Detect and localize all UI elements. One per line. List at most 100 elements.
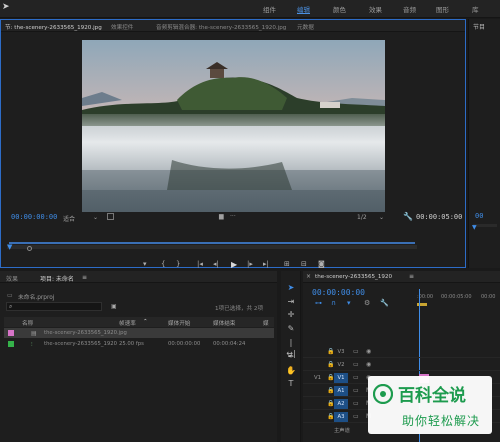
- overwrite-icon[interactable]: ⊟: [301, 260, 307, 268]
- workspace-tab-editing[interactable]: 编辑: [297, 4, 310, 14]
- tab-source[interactable]: 节: the-scenery-2633565_1920.jpg: [5, 23, 102, 31]
- program-timecode[interactable]: 00: [475, 212, 483, 220]
- timeline-timecode[interactable]: 00:00:00:00: [312, 288, 365, 297]
- toggle-sync-icon[interactable]: ▭: [353, 400, 359, 407]
- go-to-out-icon[interactable]: ▸|: [263, 260, 269, 268]
- workspace-tab-libraries[interactable]: 库: [472, 4, 479, 14]
- sort-ascending-icon[interactable]: ⌃: [143, 319, 148, 325]
- wrench-icon[interactable]: 🔧: [380, 299, 389, 307]
- table-row[interactable]: ▤ the-scenery-2633565_1920.jpg: [4, 328, 274, 338]
- play-icon[interactable]: ▶: [231, 260, 237, 269]
- track-name[interactable]: V2: [334, 360, 348, 370]
- razor-tool-icon[interactable]: ✎: [285, 323, 297, 334]
- search-input[interactable]: ⌕: [6, 302, 102, 311]
- tab-effects[interactable]: 效果: [6, 274, 18, 283]
- eye-icon[interactable]: ◉: [366, 348, 371, 355]
- track-name[interactable]: V3: [334, 347, 348, 357]
- hand-tool-icon[interactable]: ✋: [285, 365, 297, 376]
- snap-icon[interactable]: ⊶: [315, 299, 322, 307]
- add-marker-icon[interactable]: ▾: [143, 260, 147, 268]
- playhead-icon[interactable]: ▼: [7, 243, 12, 251]
- workspace-tab-effects[interactable]: 效果: [369, 4, 382, 14]
- insert-icon[interactable]: ⊞: [284, 260, 290, 268]
- slip-tool-icon[interactable]: |↔|: [285, 337, 297, 358]
- pen-tool-icon[interactable]: ✒: [285, 351, 297, 362]
- table-row[interactable]: ⫶ the-scenery-2633565_1920 25.00 fps 00:…: [4, 339, 274, 349]
- toggle-sync-icon[interactable]: ▭: [353, 361, 359, 368]
- step-forward-icon[interactable]: |▸: [247, 260, 253, 268]
- safe-margins-icon[interactable]: [107, 213, 114, 220]
- panel-menu-icon[interactable]: ≡: [82, 274, 87, 281]
- selection-tool-icon[interactable]: ➤: [285, 282, 297, 293]
- watermark-subtitle: 助你轻松解决: [402, 414, 481, 428]
- column-media-more[interactable]: 媒: [263, 319, 269, 327]
- column-frame-rate[interactable]: 帧速率: [119, 319, 136, 327]
- track-select-tool-icon[interactable]: ⇥: [285, 296, 297, 307]
- fit-dropdown[interactable]: 适合: [63, 214, 75, 223]
- workspace-tab-graphics[interactable]: 图形: [436, 4, 449, 14]
- column-header: 名称 帧速率 ⌃ 媒体开始 媒体结束 媒: [4, 317, 274, 327]
- workspace-tab-audio[interactable]: 音频: [403, 4, 416, 14]
- toggle-sync-icon[interactable]: ▭: [353, 387, 359, 394]
- ruler-label: 00:00:05:00: [441, 294, 472, 300]
- video-frame: [82, 40, 385, 212]
- timeline-tab-bar: × the-scenery-2633565_1920 ≡: [303, 271, 500, 283]
- resolution-dropdown[interactable]: 1/2: [357, 214, 367, 221]
- workspace-tab-color[interactable]: 颜色: [333, 4, 346, 14]
- close-icon[interactable]: ×: [306, 273, 311, 280]
- scenery-image: [82, 40, 385, 212]
- timeline-settings-icon[interactable]: ⚙: [364, 299, 370, 307]
- search-icon: ⌕: [9, 303, 13, 310]
- ruler-label: 00:00: [481, 294, 496, 300]
- toggle-sync-icon[interactable]: ▭: [353, 374, 359, 381]
- toggle-sync-icon[interactable]: ▭: [353, 348, 359, 355]
- monitor-current-timecode[interactable]: 00:00:00:00: [11, 213, 57, 221]
- monitor-tab-bar: 节: the-scenery-2633565_1920.jpg 效果控件 音频剪…: [1, 20, 465, 32]
- add-marker-icon[interactable]: ▾: [347, 299, 351, 307]
- mark-in-icon[interactable]: {: [161, 260, 165, 268]
- marker-icon[interactable]: ▆: [219, 213, 224, 220]
- track-v2: 🔒 V2 ▭ ◉: [303, 360, 500, 371]
- track-name[interactable]: A3: [334, 412, 348, 422]
- tab-effect-controls[interactable]: 效果控件: [111, 23, 133, 31]
- export-frame-icon[interactable]: ◙: [318, 260, 325, 268]
- tab-metadata[interactable]: 元数据: [297, 23, 314, 31]
- column-media-start[interactable]: 媒体开始: [168, 319, 190, 327]
- ripple-edit-tool-icon[interactable]: ✛: [285, 309, 297, 320]
- label-color-swatch[interactable]: [8, 330, 14, 336]
- panel-menu-icon[interactable]: ≡: [409, 273, 414, 280]
- source-monitor: 节: the-scenery-2633565_1920.jpg 效果控件 音频剪…: [0, 19, 466, 284]
- sequence-tab[interactable]: the-scenery-2633565_1920: [315, 274, 392, 280]
- type-tool-icon[interactable]: T: [285, 378, 297, 389]
- tab-audio-clip-mixer[interactable]: 音频剪辑混合器: the-scenery-2633565_1920.jpg: [156, 23, 286, 31]
- column-name[interactable]: 名称: [22, 319, 33, 327]
- selection-info: 1项已选择，共 2项: [215, 306, 264, 312]
- program-monitor-edge: 节目 00 ▼: [468, 19, 500, 268]
- new-bin-icon[interactable]: ▣: [111, 303, 117, 310]
- workspace-bar: ➤ 组件 编辑 颜色 效果 音频 图形 库: [0, 0, 500, 18]
- wrench-icon[interactable]: 🔧: [403, 212, 413, 221]
- monitor-duration-timecode: 00:00:05:00: [416, 213, 463, 221]
- more-icon[interactable]: ···: [230, 213, 236, 220]
- linked-selection-icon[interactable]: ∩: [331, 299, 336, 307]
- go-to-in-icon[interactable]: |◂: [197, 260, 203, 268]
- scrubber-track[interactable]: [7, 245, 417, 249]
- workspace-tab-components[interactable]: 组件: [263, 4, 276, 14]
- program-playhead-icon[interactable]: ▼: [472, 224, 477, 231]
- toggle-sync-icon[interactable]: ▭: [353, 413, 359, 420]
- column-media-end[interactable]: 媒体结束: [213, 319, 235, 327]
- step-back-icon[interactable]: ◂|: [213, 260, 219, 268]
- eye-icon[interactable]: ◉: [366, 361, 371, 368]
- track-name[interactable]: A1: [334, 386, 348, 396]
- track-name[interactable]: V1: [334, 373, 348, 383]
- tab-project[interactable]: 项目: 未命名: [40, 274, 74, 283]
- track-name[interactable]: A2: [334, 399, 348, 409]
- tab-program[interactable]: 节目: [473, 22, 485, 31]
- item-name: the-scenery-2633565_1920.jpg: [44, 330, 127, 336]
- mark-out-icon[interactable]: }: [176, 260, 180, 268]
- zoom-handle-icon[interactable]: [27, 246, 32, 251]
- scrubber-bar[interactable]: ▼: [7, 242, 463, 252]
- source-patch[interactable]: V1: [314, 375, 321, 381]
- label-color-swatch[interactable]: [8, 341, 14, 347]
- watermark-title: 百科全说: [398, 386, 466, 406]
